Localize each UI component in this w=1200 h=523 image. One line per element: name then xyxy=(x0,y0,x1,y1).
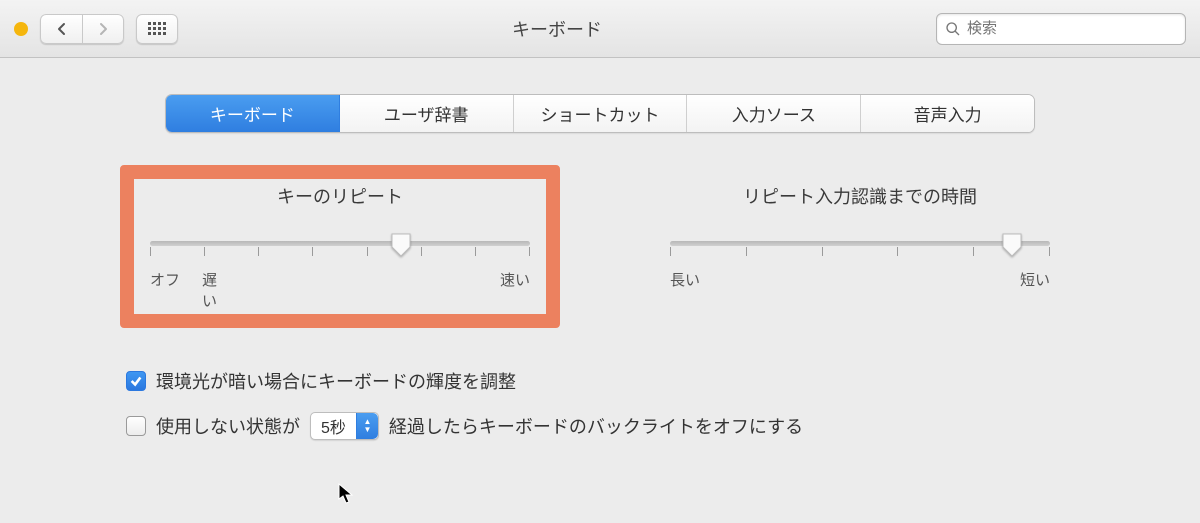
tab-input-sources[interactable]: 入力ソース xyxy=(687,95,861,132)
adjust-brightness-row: 環境光が暗い場合にキーボードの輝度を調整 xyxy=(126,368,1080,394)
search-field-wrapper[interactable] xyxy=(936,13,1186,45)
checkmark-icon xyxy=(129,374,143,388)
tab-label: 音声入力 xyxy=(914,106,982,125)
delay-until-repeat-group: リピート入力認識までの時間 長い 短い xyxy=(640,173,1080,320)
slider-labels: 長い 短い xyxy=(670,269,1050,290)
key-repeat-group: キーのリピート オフ 遅い 速い xyxy=(120,173,560,320)
backlight-delay-select[interactable]: 5秒 ▲ ▼ xyxy=(310,412,379,440)
slider-ticks xyxy=(150,247,530,257)
grid-icon xyxy=(148,22,166,35)
mouse-cursor-icon xyxy=(338,483,356,505)
window-title: キーボード xyxy=(192,16,922,42)
forward-button[interactable] xyxy=(82,14,124,44)
backlight-off-row: 使用しない状態が 5秒 ▲ ▼ 経過したらキーボードのバックライトをオフにする xyxy=(126,412,1080,440)
search-input[interactable] xyxy=(967,20,1177,37)
tab-dictation[interactable]: 音声入力 xyxy=(861,95,1034,132)
tab-keyboard[interactable]: キーボード xyxy=(166,95,340,132)
show-all-button[interactable] xyxy=(136,14,178,44)
slider-ticks xyxy=(670,247,1050,257)
search-icon xyxy=(945,21,961,37)
back-button[interactable] xyxy=(40,14,82,44)
tab-label: キーボード xyxy=(210,106,295,125)
stepper-down-icon: ▼ xyxy=(363,426,371,434)
adjust-brightness-checkbox[interactable] xyxy=(126,371,146,391)
delay-title: リピート入力認識までの時間 xyxy=(660,183,1060,209)
slider-track xyxy=(670,241,1050,246)
backlight-off-checkbox[interactable] xyxy=(126,416,146,436)
tab-label: 入力ソース xyxy=(732,106,816,125)
options-section: 環境光が暗い場合にキーボードの輝度を調整 使用しない状態が 5秒 ▲ ▼ 経過し… xyxy=(120,368,1080,440)
sliders-section: キーのリピート オフ 遅い 速い リピート入力認識までの時間 長い xyxy=(120,173,1080,320)
slider-knob[interactable] xyxy=(391,233,411,257)
slider-label-off: オフ xyxy=(150,272,180,289)
delay-slider[interactable] xyxy=(670,231,1050,259)
key-repeat-title: キーのリピート xyxy=(140,183,540,209)
select-value: 5秒 xyxy=(311,414,356,438)
window-toolbar: キーボード xyxy=(0,0,1200,58)
tab-shortcuts[interactable]: ショートカット xyxy=(514,95,688,132)
key-repeat-slider[interactable] xyxy=(150,231,530,259)
adjust-brightness-label: 環境光が暗い場合にキーボードの輝度を調整 xyxy=(156,368,516,394)
slider-track xyxy=(150,241,530,246)
slider-label-fast: 速い xyxy=(500,269,530,290)
tab-bar: キーボード ユーザ辞書 ショートカット 入力ソース 音声入力 xyxy=(165,94,1035,133)
tab-label: ショートカット xyxy=(540,106,659,125)
tab-user-dictionary[interactable]: ユーザ辞書 xyxy=(340,95,514,132)
slider-label-long: 長い xyxy=(670,269,700,290)
traffic-light-minimize[interactable] xyxy=(14,22,28,36)
slider-label-short: 短い xyxy=(1020,269,1050,290)
nav-button-group xyxy=(40,14,124,44)
slider-label-slow: 遅い xyxy=(202,269,217,311)
slider-labels: オフ 遅い 速い xyxy=(150,269,530,290)
chevron-right-icon xyxy=(98,22,108,36)
select-stepper[interactable]: ▲ ▼ xyxy=(356,413,378,439)
tab-label: ユーザ辞書 xyxy=(384,106,469,125)
backlight-off-prefix: 使用しない状態が xyxy=(156,413,300,439)
chevron-left-icon xyxy=(57,22,67,36)
backlight-off-suffix: 経過したらキーボードのバックライトをオフにする xyxy=(389,413,803,439)
slider-knob[interactable] xyxy=(1002,233,1022,257)
